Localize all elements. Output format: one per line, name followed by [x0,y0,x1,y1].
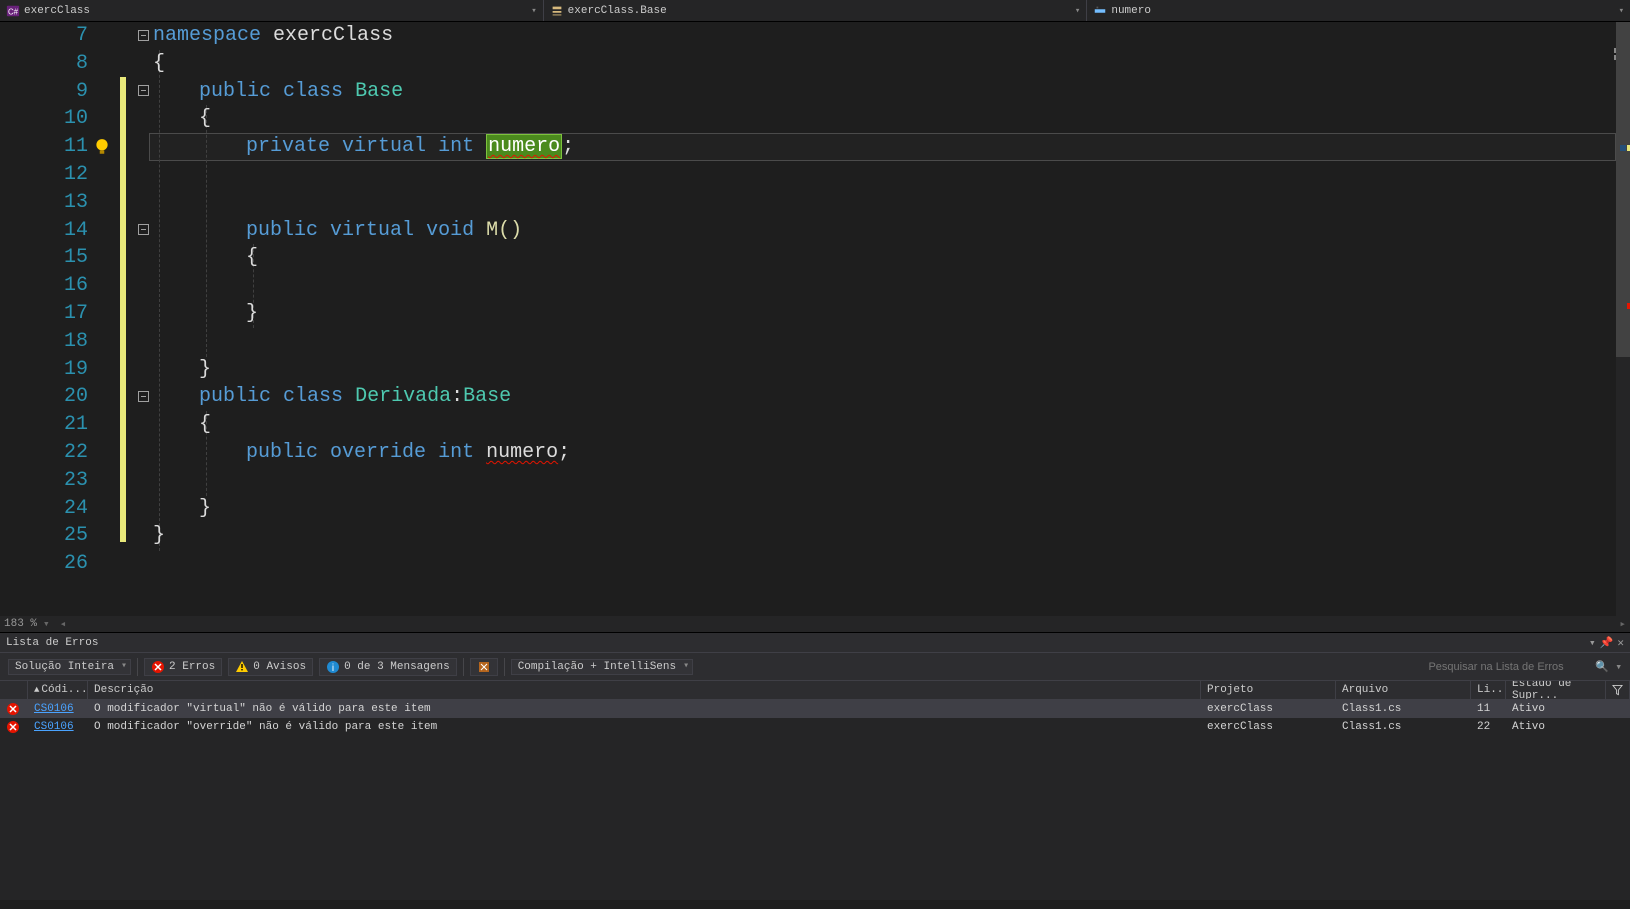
error-row[interactable]: CS0106 O modificador "override" não é vá… [0,718,1630,736]
error-icon [6,720,20,734]
info-icon: i [326,660,340,674]
col-proj[interactable]: Projeto [1201,681,1336,699]
filter-icon [1612,684,1623,696]
line-number: 7 [0,22,88,50]
divider [463,658,464,676]
error-line: 22 [1471,720,1506,734]
error-grid-body: CS0106 O modificador "virtual" não é vál… [0,700,1630,900]
line-number: 13 [0,189,88,217]
line-number: 22 [0,439,88,467]
search-icon: 🔍 ▾ [1595,662,1622,674]
error-proj: exercClass [1201,720,1336,734]
pin-icon[interactable]: 📌 [1600,636,1614,650]
line-number: 19 [0,356,88,384]
svg-text:C#: C# [8,7,19,16]
error-list-title-bar: Lista de Erros ▾ 📌 ✕ [0,632,1630,652]
line-number: 10 [0,105,88,133]
context-class[interactable]: exercClass.Base ▾ [544,0,1088,21]
line-number: 24 [0,495,88,523]
vertical-scrollbar[interactable] [1616,22,1630,616]
context-scope-text: exercClass [24,5,90,17]
line-number: 18 [0,328,88,356]
error-desc: O modificador "override" não é válido pa… [88,720,1201,734]
csharp-project-icon: C# [6,4,20,18]
error-row[interactable]: CS0106 O modificador "virtual" não é vál… [0,700,1630,718]
chevron-down-icon: ▾ [1075,6,1080,16]
code-area[interactable]: namespace exercClass { public class Base… [115,22,1630,616]
error-code-link[interactable]: CS0106 [34,703,74,715]
chevron-down-icon: ▾ [1619,6,1624,16]
col-state[interactable]: Estado de Supr... [1506,681,1606,699]
close-icon[interactable]: ✕ [1617,636,1624,650]
svg-text:i: i [332,663,334,674]
error-icon [151,660,165,674]
line-number: 25 [0,522,88,550]
line-number: 20 [0,383,88,411]
col-desc[interactable]: Descrição [88,681,1201,699]
line-number: 21 [0,411,88,439]
lightbulb-icon[interactable] [93,138,111,156]
error-proj: exercClass [1201,702,1336,716]
warnings-filter[interactable]: 0 Avisos [228,658,313,676]
error-search-input[interactable] [1428,661,1588,673]
line-number: 17 [0,300,88,328]
error-search[interactable]: 🔍 ▾ [1428,660,1622,674]
overview-selection-mark [1620,145,1626,151]
divider [137,658,138,676]
line-number: 16 [0,272,88,300]
error-list-title: Lista de Erros [6,637,98,649]
class-icon [550,4,564,18]
line-number: 23 [0,467,88,495]
col-code[interactable]: ▲Códi... [28,681,88,699]
error-file: Class1.cs [1336,720,1471,734]
zoom-chevron-icon[interactable]: ▾ [43,617,50,631]
error-file: Class1.cs [1336,702,1471,716]
error-list-toolbar: Solução Inteira 2 Erros 0 Avisos i 0 de … [0,652,1630,680]
context-member[interactable]: numero ▾ [1087,0,1630,21]
scroll-left-icon[interactable]: ◂ [60,617,67,631]
col-icon[interactable] [0,681,28,699]
error-state: Ativo [1506,720,1606,734]
clear-icon [477,660,491,674]
line-number: 9 [0,78,88,106]
code-editor[interactable]: 7 8 9 10 11 12 13 14 15 16 17 18 19 20 2… [0,22,1630,616]
error-line: 11 [1471,702,1506,716]
zoom-level[interactable]: 183 % [4,618,37,630]
line-number: 11 [0,133,88,161]
error-grid-header: ▲Códi... Descrição Projeto Arquivo Li...… [0,680,1630,700]
selected-identifier[interactable]: numero [486,134,562,159]
scope-combo[interactable]: Solução Inteira [8,659,131,675]
context-scope[interactable]: C# exercClass ▾ [0,0,544,21]
field-icon [1093,4,1107,18]
col-filter-icon[interactable] [1606,681,1630,699]
line-number: 26 [0,550,88,578]
error-code-link[interactable]: CS0106 [34,721,74,733]
line-number: 14 [0,217,88,245]
warning-icon [235,660,249,674]
line-number: 8 [0,50,88,78]
panel-menu-icon[interactable]: ▾ [1589,636,1596,650]
line-number: 15 [0,244,88,272]
build-intellisense-combo[interactable]: Compilação + IntelliSens [511,659,693,675]
editor-footer: 183 % ▾ ◂ ▸ [0,616,1630,632]
divider [504,658,505,676]
chevron-down-icon: ▾ [531,6,536,16]
scroll-right-icon[interactable]: ▸ [1619,617,1626,631]
context-class-text: exercClass.Base [568,5,667,17]
context-member-text: numero [1111,5,1151,17]
messages-filter[interactable]: i 0 de 3 Mensagens [319,658,457,676]
col-line[interactable]: Li... [1471,681,1506,699]
line-number: 12 [0,161,88,189]
errors-filter[interactable]: 2 Erros [144,658,222,676]
clear-filter-button[interactable] [470,658,498,676]
gutter: 7 8 9 10 11 12 13 14 15 16 17 18 19 20 2… [0,22,115,616]
col-file[interactable]: Arquivo [1336,681,1471,699]
context-bar: C# exercClass ▾ exercClass.Base ▾ numero… [0,0,1630,22]
error-state: Ativo [1506,702,1606,716]
error-desc: O modificador "virtual" não é válido par… [88,702,1201,716]
error-icon [6,702,20,716]
